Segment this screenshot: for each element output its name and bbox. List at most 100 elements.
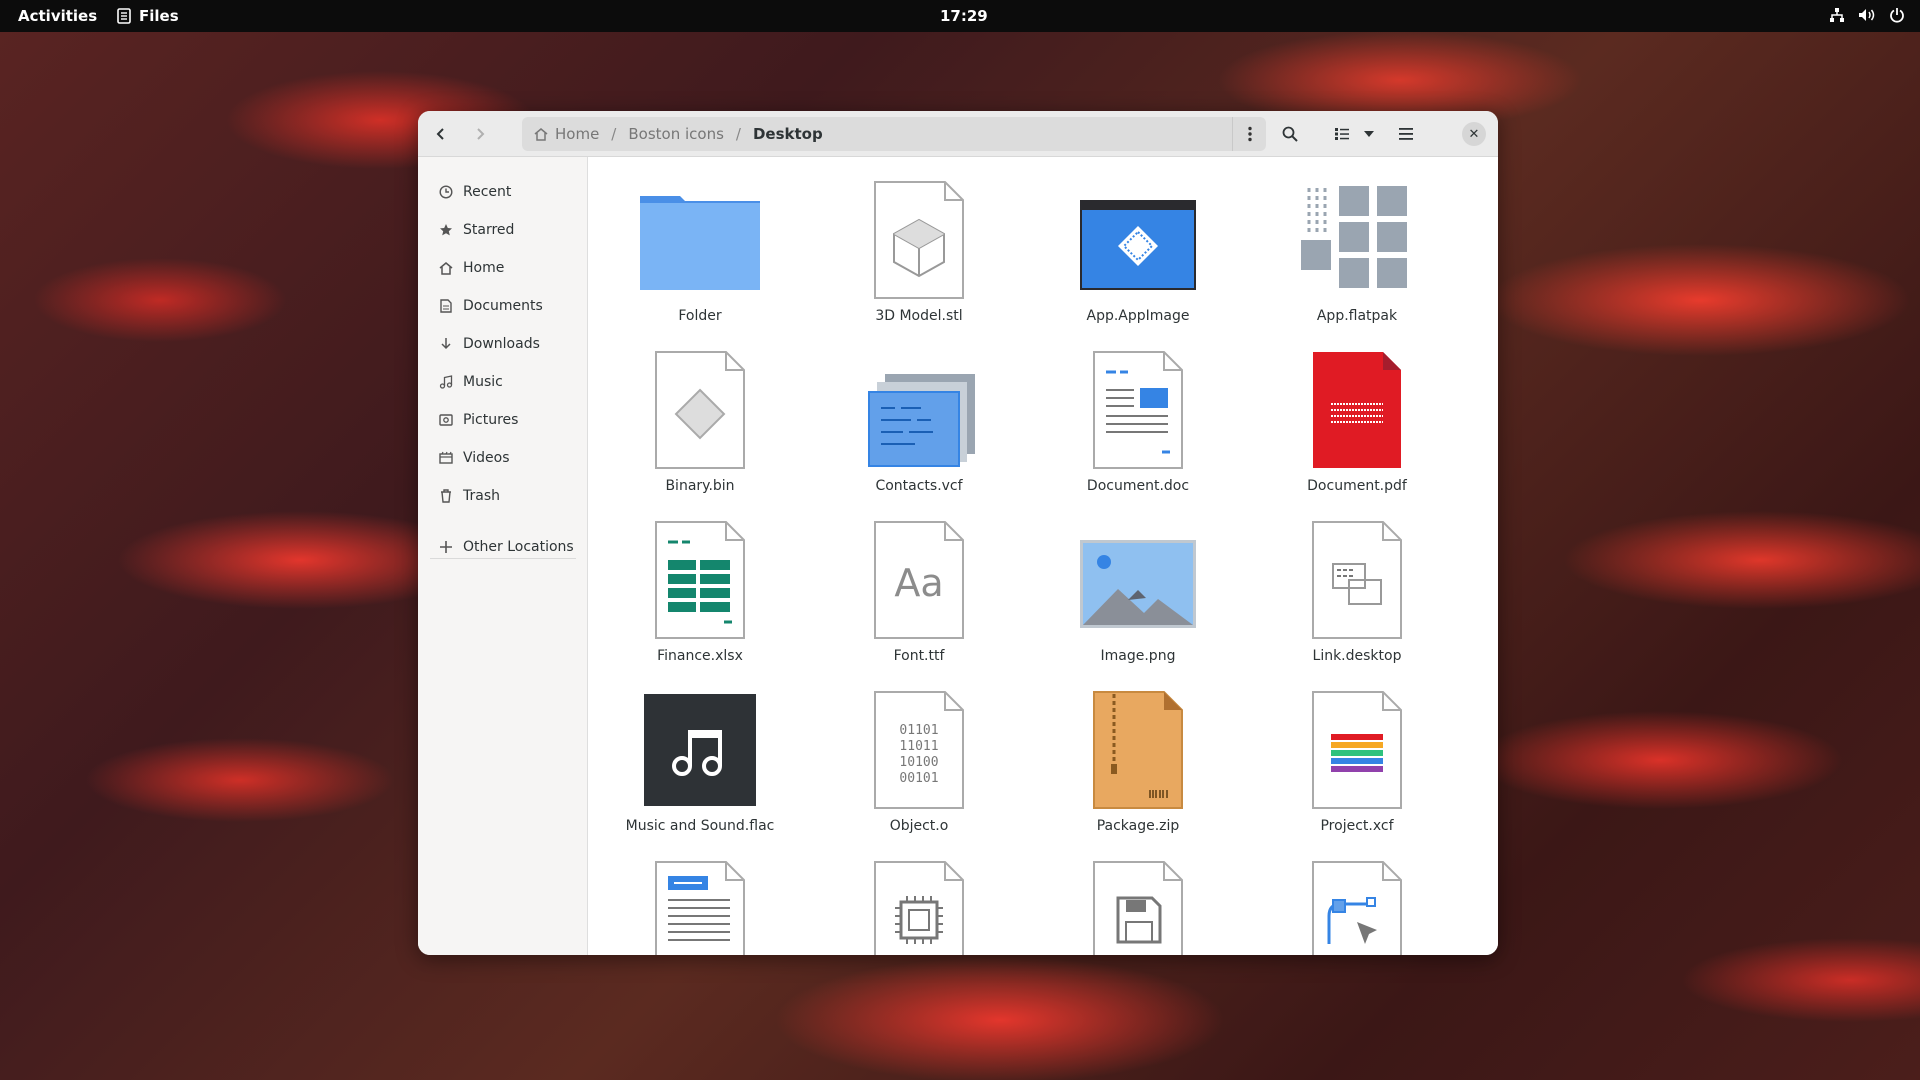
image-icon (1080, 540, 1196, 628)
file-item[interactable]: Image.png (1038, 498, 1238, 668)
xcf-icon (1312, 691, 1402, 809)
file-item[interactable] (600, 838, 800, 955)
sidebar-item-other-locations[interactable]: Other Locations (428, 532, 578, 562)
object-icon: 01101110111010000101 (874, 691, 964, 809)
list-view-icon (1335, 128, 1349, 140)
main-menu-button[interactable] (1391, 119, 1421, 149)
power-icon[interactable] (1888, 6, 1906, 24)
svg-text:11011: 11011 (899, 739, 938, 754)
vector-icon (1312, 861, 1402, 955)
sidebar-item-pictures[interactable]: Pictures (428, 405, 578, 435)
chevron-right-icon (477, 128, 485, 140)
home-icon (534, 128, 548, 141)
desktop-link-icon (1312, 521, 1402, 639)
music-icon (438, 374, 454, 390)
sidebar-item-starred[interactable]: Starred (428, 215, 578, 245)
view-list-button[interactable] (1327, 119, 1357, 149)
search-button[interactable] (1275, 119, 1305, 149)
sidebar-item-videos[interactable]: Videos (428, 443, 578, 473)
contacts-icon (868, 374, 975, 467)
sidebar-item-trash[interactable]: Trash (428, 481, 578, 511)
3d-model-icon (874, 181, 964, 299)
download-icon (438, 336, 454, 352)
file-item[interactable]: 3D Model.stl (819, 158, 1019, 328)
breadcrumb-parent[interactable]: Boston icons (616, 125, 736, 143)
files-window: Home / Boston icons / Desktop ✕ Recent S… (418, 111, 1498, 955)
file-item[interactable]: 01101 11011 10100 00101 Object.o (819, 668, 1019, 838)
file-item[interactable] (819, 838, 1019, 955)
file-item[interactable]: Folder (600, 158, 800, 328)
star-icon (438, 222, 454, 238)
picture-icon (438, 412, 454, 428)
file-item[interactable]: Binary.bin (600, 328, 800, 498)
svg-text:Aa: Aa (894, 561, 943, 605)
vertical-ellipsis-icon (1247, 126, 1252, 142)
forward-button[interactable] (465, 119, 495, 149)
breadcrumb-home[interactable]: Home (522, 125, 611, 143)
system-tray[interactable] (1828, 6, 1906, 24)
file-item[interactable] (1038, 838, 1238, 955)
audio-icon (644, 694, 756, 806)
path-menu-button[interactable] (1232, 117, 1266, 151)
font-icon: Aa (874, 521, 964, 639)
trash-icon (438, 488, 454, 504)
back-button[interactable] (426, 119, 456, 149)
sidebar-item-downloads[interactable]: Downloads (428, 329, 578, 359)
svg-text:00101: 00101 (899, 771, 938, 786)
clock-icon (438, 184, 454, 200)
close-button[interactable]: ✕ (1462, 122, 1486, 146)
folder-icon (640, 196, 760, 290)
binary-icon (655, 351, 745, 469)
file-item[interactable]: App.AppImage (1038, 158, 1238, 328)
close-icon: ✕ (1468, 126, 1480, 142)
plus-icon (438, 539, 454, 555)
flatpak-icon (1301, 186, 1407, 288)
app-name: Files (139, 7, 179, 25)
header-bar: Home / Boston icons / Desktop ✕ (418, 111, 1498, 157)
search-icon (1282, 126, 1298, 142)
sidebar: Recent Starred Home Documents Downloads … (418, 157, 588, 955)
file-item[interactable]: Link.desktop (1257, 498, 1457, 668)
volume-icon[interactable] (1858, 6, 1876, 24)
svg-text:10100: 10100 (899, 755, 938, 770)
file-item[interactable]: Music and Sound.flac (600, 668, 800, 838)
file-item[interactable]: Project.xcf (1257, 668, 1457, 838)
file-item[interactable]: Document.doc (1038, 328, 1238, 498)
breadcrumb-current[interactable]: Desktop (741, 125, 835, 143)
document-doc-icon (1093, 351, 1183, 469)
clock[interactable]: 17:29 (940, 7, 988, 25)
path-bar: Home / Boston icons / Desktop (522, 117, 1266, 151)
view-options-button[interactable] (1354, 119, 1384, 149)
video-icon (438, 450, 454, 466)
file-item[interactable]: Finance.xlsx (600, 498, 800, 668)
activities-button[interactable]: Activities (18, 7, 97, 25)
chevron-left-icon (436, 128, 444, 140)
sidebar-item-music[interactable]: Music (428, 367, 578, 397)
app-menu[interactable]: Files (117, 7, 179, 25)
file-item[interactable]: Document.pdf (1257, 328, 1457, 498)
sidebar-item-documents[interactable]: Documents (428, 291, 578, 321)
file-item[interactable]: Contacts.vcf (819, 328, 1019, 498)
firmware-icon (874, 861, 964, 955)
sidebar-item-home[interactable]: Home (428, 253, 578, 283)
file-item[interactable]: App.flatpak (1257, 158, 1457, 328)
home-icon (438, 260, 454, 276)
file-item[interactable]: Package.zip (1038, 668, 1238, 838)
svg-text:01101: 01101 (899, 723, 938, 738)
disk-image-icon (1093, 861, 1183, 955)
hamburger-menu-icon (1399, 128, 1413, 140)
network-icon[interactable] (1828, 6, 1846, 24)
archive-icon (1093, 691, 1183, 809)
dropdown-arrow-icon (1364, 131, 1374, 137)
file-item[interactable]: Aa Font.ttf (819, 498, 1019, 668)
spreadsheet-icon (655, 521, 745, 639)
pdf-icon (1313, 352, 1401, 468)
text-document-icon (655, 861, 745, 955)
file-grid: Folder 3D Model.stl App.AppImage App.fla… (589, 158, 1498, 955)
top-bar: Activities Files 17:29 (0, 0, 1920, 32)
appimage-icon (1080, 200, 1196, 290)
document-icon (438, 298, 454, 314)
sidebar-item-recent[interactable]: Recent (428, 177, 578, 207)
files-app-icon (117, 8, 131, 24)
file-item[interactable] (1257, 838, 1457, 955)
